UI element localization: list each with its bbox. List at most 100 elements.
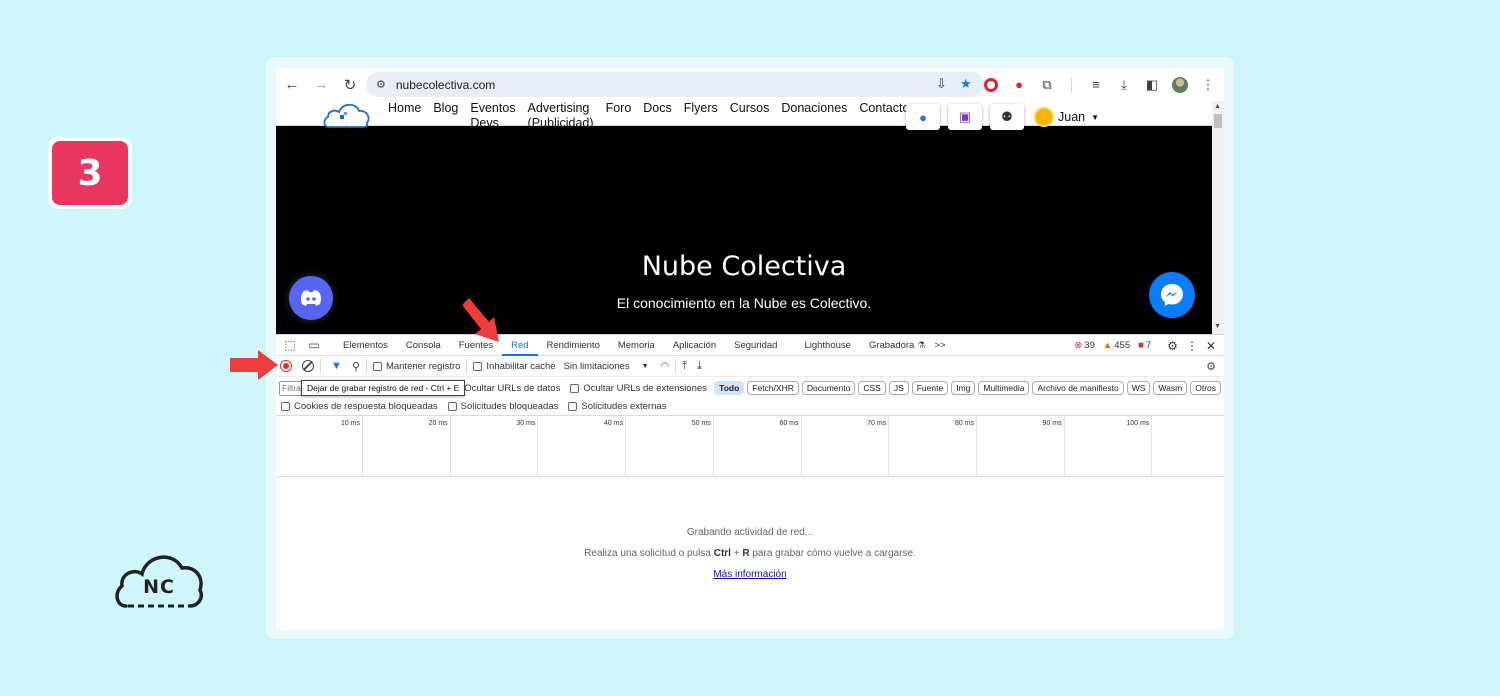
filter-funnel-icon[interactable]: ▼ xyxy=(331,360,342,372)
issues-icon[interactable]: ■ xyxy=(1138,340,1144,351)
menu-item-advertising[interactable]: Advertising (Publicidad) xyxy=(528,101,594,131)
back-icon[interactable]: ← xyxy=(279,72,305,98)
bookmark-star-icon[interactable]: ★ xyxy=(960,76,972,92)
clear-log-icon[interactable] xyxy=(302,360,314,372)
reading-list-icon[interactable]: ≡ xyxy=(1086,75,1106,95)
import-har-icon[interactable]: ⤒ xyxy=(682,360,687,373)
learn-more-link[interactable]: Más información xyxy=(276,569,1224,580)
menu-item-eventos[interactable]: Eventos Devs xyxy=(470,101,515,131)
tab-consola[interactable]: Consola xyxy=(397,335,450,356)
menu-item-contacto[interactable]: Contacto xyxy=(859,101,909,131)
user-name[interactable]: Juan xyxy=(1058,110,1085,124)
more-tabs-button[interactable]: >> xyxy=(925,335,954,356)
chevron-down-icon[interactable]: ▼ xyxy=(1091,113,1099,122)
side-panel-icon[interactable]: ◧ xyxy=(1142,75,1162,95)
download-icon[interactable]: ⤓ xyxy=(1114,75,1134,95)
tab-memoria[interactable]: Memoria xyxy=(609,335,664,356)
tab-elementos[interactable]: Elementos xyxy=(334,335,397,356)
reload-icon[interactable]: ↻ xyxy=(337,72,363,98)
timeline-tick-label: 90 ms xyxy=(1042,420,1062,427)
site-menu: Home Blog Eventos Devs Advertising (Publ… xyxy=(388,101,921,131)
timeline-gridline xyxy=(1151,416,1153,476)
chip-css[interactable]: CSS xyxy=(858,381,886,395)
preserve-log-checkbox[interactable]: Mantener registro xyxy=(372,361,460,372)
chip-js[interactable]: JS xyxy=(888,381,909,395)
issues-count[interactable]: 7 xyxy=(1146,340,1151,351)
install-app-icon[interactable]: ⇩ xyxy=(936,76,947,92)
chip-otros[interactable]: Otros xyxy=(1190,381,1221,395)
messenger-icon[interactable] xyxy=(1149,272,1195,318)
menu-kebab-icon[interactable]: ⋮ xyxy=(1198,75,1218,95)
extensions-puzzle-icon[interactable]: ⧉ xyxy=(1037,75,1057,95)
chip-fuente[interactable]: Fuente xyxy=(911,381,949,395)
record-stop-button[interactable] xyxy=(280,360,292,372)
chip-todo[interactable]: Todo xyxy=(714,381,745,395)
blocked-requests-checkbox[interactable]: Solicitudes bloqueadas xyxy=(447,401,558,412)
menu-item-flyers[interactable]: Flyers xyxy=(684,101,718,131)
network-conditions-icon[interactable]: ◠ xyxy=(661,361,670,372)
chip-wasm[interactable]: Wasm xyxy=(1153,381,1188,395)
user-menu[interactable]: Juan ▼ xyxy=(1036,109,1099,125)
warning-icon[interactable]: ▲ xyxy=(1103,340,1112,351)
tab-rendimiento[interactable]: Rendimiento xyxy=(538,335,609,356)
warning-count[interactable]: 455 xyxy=(1114,340,1130,351)
profile-avatar[interactable] xyxy=(1170,75,1190,95)
error-icon[interactable]: ⊗ xyxy=(1074,340,1082,351)
toolbar-separator xyxy=(466,359,468,373)
toolbar-separator xyxy=(675,359,677,373)
chip-fetch-xhr[interactable]: Fetch/XHR xyxy=(747,381,799,395)
device-toolbar-icon[interactable]: ▭ xyxy=(304,338,324,352)
devtools-menu-icon[interactable]: ⋮ xyxy=(1186,339,1198,353)
menu-item-home[interactable]: Home xyxy=(388,101,421,131)
network-timeline[interactable]: 10 ms 20 ms 30 ms 40 ms 50 ms 60 ms 70 ms 80 ms… xyxy=(276,415,1224,477)
shop-icon[interactable]: ▣ xyxy=(948,104,982,130)
menu-item-donaciones[interactable]: Donaciones xyxy=(781,101,847,131)
export-har-icon[interactable]: ⤓ xyxy=(697,360,702,373)
disable-cache-checkbox[interactable]: Inhabilitar caché xyxy=(473,361,556,372)
website-viewport: Home Blog Eventos Devs Advertising (Publ… xyxy=(276,101,1212,334)
tab-seguridad[interactable]: Seguridad xyxy=(725,335,786,356)
tab-lighthouse[interactable]: Lighthouse xyxy=(786,335,859,356)
blocked-cookies-checkbox[interactable]: Cookies de respuesta bloqueadas xyxy=(281,401,438,412)
forward-icon[interactable]: → xyxy=(308,72,334,98)
close-devtools-icon[interactable]: ✕ xyxy=(1206,339,1216,353)
error-count[interactable]: 39 xyxy=(1084,340,1095,351)
chip-multimedia[interactable]: Multimedia xyxy=(978,381,1030,395)
chip-ws[interactable]: WS xyxy=(1126,381,1151,395)
site-info-icon[interactable]: ⚙ xyxy=(376,78,386,91)
menu-item-docs[interactable]: Docs xyxy=(643,101,671,131)
search-icon[interactable]: ⚲ xyxy=(352,360,360,373)
scroll-down-icon[interactable]: ▼ xyxy=(1214,323,1221,330)
discord-icon[interactable] xyxy=(289,276,333,320)
scrollbar-thumb[interactable] xyxy=(1214,114,1222,128)
devtools-status: ⊗ 39 ▲ 455 ■ 7 ⚙ ⋮ ✕ xyxy=(1074,335,1216,356)
hide-data-urls-checkbox[interactable]: Ocultar URLs de datos xyxy=(451,383,560,394)
chip-manifiesto[interactable]: Archivo de manifiesto xyxy=(1032,381,1124,395)
network-settings-icon[interactable]: ⚙ xyxy=(1206,360,1216,373)
robot-icon[interactable]: ⚉ xyxy=(990,104,1024,130)
address-bar[interactable]: ⚙ nubecolectiva.com ⇩ ★ xyxy=(366,72,984,97)
chip-documento[interactable]: Documento xyxy=(801,381,856,395)
filter-row-2: Cookies de respuesta bloqueadas Solicitu… xyxy=(276,398,1224,414)
tab-grabadora[interactable]: Grabadora xyxy=(860,335,923,356)
inspect-element-icon[interactable]: ⬚ xyxy=(280,338,300,352)
third-party-checkbox[interactable]: Solicitudes externas xyxy=(568,401,666,412)
notifications-icon[interactable]: ● xyxy=(906,104,940,130)
scroll-up-icon[interactable]: ▲ xyxy=(1214,103,1221,110)
page-scrollbar[interactable]: ▲ ▼ xyxy=(1212,101,1224,334)
chip-img[interactable]: Img xyxy=(951,381,976,395)
url-text[interactable]: nubecolectiva.com xyxy=(396,78,495,92)
throttling-select[interactable]: Sin limitaciones ▼ xyxy=(564,361,649,372)
timeline-tick-label: 11 xyxy=(1197,420,1224,427)
tab-aplicacion[interactable]: Aplicación xyxy=(664,335,725,356)
extension-dot-icon[interactable]: ● xyxy=(1009,75,1029,95)
menu-item-foro[interactable]: Foro xyxy=(606,101,632,131)
hero-title: Nube Colectiva xyxy=(641,251,847,282)
hide-extension-urls-checkbox[interactable]: Ocultar URLs de extensiones xyxy=(570,383,707,394)
menu-item-cursos[interactable]: Cursos xyxy=(730,101,770,131)
settings-gear-icon[interactable]: ⚙ xyxy=(1167,339,1178,353)
timeline-tick-label: 50 ms xyxy=(691,420,711,427)
menu-item-blog[interactable]: Blog xyxy=(433,101,458,131)
opera-extension-icon[interactable] xyxy=(981,75,1001,95)
site-cloud-logo-icon[interactable] xyxy=(323,101,371,128)
